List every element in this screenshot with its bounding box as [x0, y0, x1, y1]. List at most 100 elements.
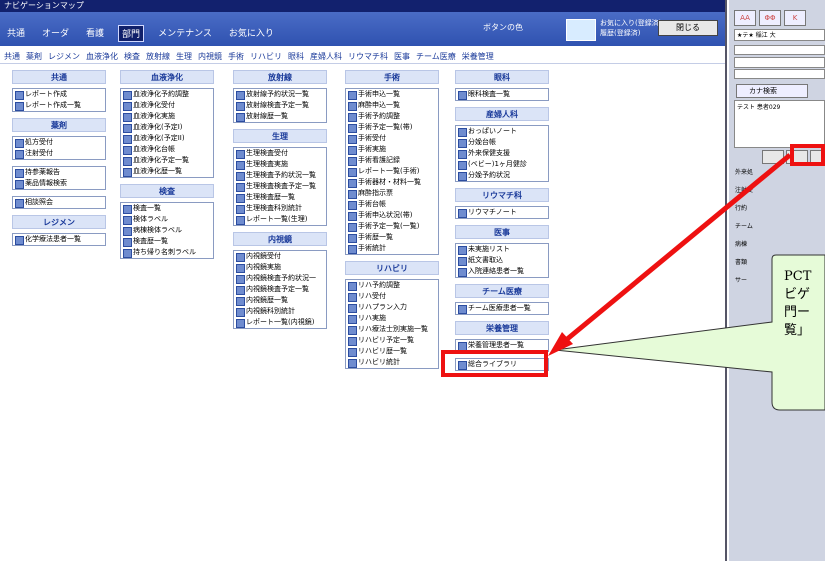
section-nav-item[interactable]: 栄養管理 [462, 51, 494, 63]
patient-list[interactable]: テスト 患者029 [734, 100, 825, 148]
menu-item[interactable]: 血液浄化予約調整 [121, 89, 213, 100]
menu-item[interactable]: レポート一覧(内視鏡) [234, 317, 326, 328]
menu-item[interactable]: 眼科検査一覧 [456, 89, 548, 100]
close-button[interactable]: 閉じる [658, 20, 718, 36]
menu-item[interactable]: リハプラン入力 [346, 302, 438, 313]
menu-item[interactable]: (ベビー)1ヶ月健診 [456, 159, 548, 170]
section-nav-item[interactable]: リハビリ [250, 51, 282, 63]
section-nav-item[interactable]: チーム医療 [416, 51, 456, 63]
menu-common[interactable]: 共通 [4, 25, 28, 42]
menu-item[interactable]: 化学療法患者一覧 [13, 234, 105, 245]
section-nav-item[interactable]: 内視鏡 [198, 51, 222, 63]
menu-item[interactable]: 未実施リスト [456, 244, 548, 255]
menu-item[interactable]: リウマチノート [456, 207, 548, 218]
section-nav-item[interactable]: 手術 [228, 51, 244, 63]
menu-item[interactable]: 生理検査実施 [234, 159, 326, 170]
menu-item[interactable]: 血液浄化実施 [121, 111, 213, 122]
menu-favorites[interactable]: お気に入り [226, 25, 277, 42]
menu-item[interactable]: 相談照会 [13, 197, 105, 208]
menu-item[interactable]: 生理検査歴一覧 [234, 192, 326, 203]
menu-item[interactable]: リハ実施 [346, 313, 438, 324]
menu-item[interactable]: 手術看護記録 [346, 155, 438, 166]
menu-item[interactable]: リハ受付 [346, 291, 438, 302]
menu-item[interactable]: 手術統計 [346, 243, 438, 254]
panel-icon-label[interactable]: チーム [735, 222, 753, 240]
menu-item[interactable]: 薬品情報検索 [13, 178, 105, 189]
menu-item[interactable]: リハビリ統計 [346, 357, 438, 368]
menu-item[interactable]: 検査一覧 [121, 203, 213, 214]
menu-item[interactable]: 生理検査科別統計 [234, 203, 326, 214]
menu-item[interactable]: 内視鏡検査予約状況一 [234, 273, 326, 284]
menu-item[interactable]: 手術予約調整 [346, 111, 438, 122]
menu-item[interactable]: 血液浄化受付 [121, 100, 213, 111]
menu-item[interactable]: 手術申込状況(帯) [346, 210, 438, 221]
menu-item[interactable]: 放射線予約状況一覧 [234, 89, 326, 100]
menu-item[interactable]: 病棟検体ラベル [121, 225, 213, 236]
menu-item[interactable]: 生理検査検査予定一覧 [234, 181, 326, 192]
panel-icon-label[interactable]: 行約 [735, 204, 753, 222]
menu-item[interactable]: リハ療法士別実施一覧 [346, 324, 438, 335]
menu-item[interactable]: 血液浄化歴一覧 [121, 166, 213, 177]
menu-item[interactable]: 内視鏡検査予定一覧 [234, 284, 326, 295]
panel-icon-label[interactable]: 外来処 [735, 168, 753, 186]
menu-item[interactable]: 内視鏡科別統計 [234, 306, 326, 317]
menu-item[interactable]: 血液浄化予定一覧 [121, 155, 213, 166]
section-nav-item[interactable]: 医事 [394, 51, 410, 63]
menu-item[interactable]: 注射受付 [13, 148, 105, 159]
menu-item[interactable]: 手術歴一覧 [346, 232, 438, 243]
tool-button[interactable]: ΦΦ [759, 10, 781, 26]
section-nav-item[interactable]: リウマチ科 [348, 51, 388, 63]
menu-item[interactable]: 生理検査受付 [234, 148, 326, 159]
menu-item[interactable]: 血液浄化(予定II) [121, 133, 213, 144]
section-nav-item[interactable]: レジメン [48, 51, 80, 63]
menu-item[interactable]: 麻酔指示票 [346, 188, 438, 199]
menu-item[interactable]: 生理検査予約状況一覧 [234, 170, 326, 181]
patient-entry[interactable]: テスト 患者029 [737, 104, 780, 111]
menu-nursing[interactable]: 看護 [83, 25, 107, 42]
menu-item[interactable]: 処方受付 [13, 137, 105, 148]
section-nav-item[interactable]: 血液浄化 [86, 51, 118, 63]
menu-item[interactable]: 持参薬報告 [13, 167, 105, 178]
menu-item[interactable]: 内視鏡歴一覧 [234, 295, 326, 306]
menu-order[interactable]: オーダ [39, 25, 72, 42]
panel-icon-label[interactable]: 注射受 [735, 186, 753, 204]
menu-item[interactable]: レポート作成 [13, 89, 105, 100]
panel-icon-label[interactable]: 病棟 [735, 240, 753, 258]
section-nav-item[interactable]: 生理 [176, 51, 192, 63]
section-nav-item[interactable]: 産婦人科 [310, 51, 342, 63]
panel-tab[interactable] [762, 150, 784, 164]
menu-item[interactable]: 紙文書取込 [456, 255, 548, 266]
menu-item[interactable]: 手術申込一覧 [346, 89, 438, 100]
menu-item[interactable]: 手術予定一覧(帯) [346, 122, 438, 133]
menu-item[interactable]: レポート一覧(生理) [234, 214, 326, 225]
menu-item[interactable]: リハビリ歴一覧 [346, 346, 438, 357]
menu-item[interactable]: 分娩台帳 [456, 137, 548, 148]
section-nav-item[interactable]: 薬剤 [26, 51, 42, 63]
menu-item[interactable]: 持ち帰り名刺ラベル [121, 247, 213, 258]
menu-department[interactable]: 部門 [118, 25, 145, 42]
section-nav-item[interactable]: 共通 [4, 51, 20, 63]
kana-search-button[interactable]: カナ検索 [736, 84, 808, 98]
section-nav-item[interactable]: 放射線 [146, 51, 170, 63]
menu-item[interactable]: 分娩予約状況 [456, 170, 548, 181]
tool-button[interactable]: AA [734, 10, 756, 26]
menu-item[interactable]: 麻酔申込一覧 [346, 100, 438, 111]
menu-item[interactable]: 入院連絡患者一覧 [456, 266, 548, 277]
menu-item[interactable]: リハビリ予定一覧 [346, 335, 438, 346]
menu-item[interactable]: 手術受付 [346, 133, 438, 144]
menu-maintenance[interactable]: メンテナンス [155, 25, 215, 42]
menu-item[interactable]: 外来保健支援 [456, 148, 548, 159]
menu-item[interactable]: 放射線検査予定一覧 [234, 100, 326, 111]
section-nav-item[interactable]: 検査 [124, 51, 140, 63]
panel-icon-label[interactable]: サー [735, 276, 753, 294]
menu-item[interactable]: 手術器材・材料一覧 [346, 177, 438, 188]
menu-item[interactable]: レポート一覧(手術) [346, 166, 438, 177]
menu-item[interactable]: チーム医療患者一覧 [456, 303, 548, 314]
menu-item[interactable]: 手術予定一覧(一覧) [346, 221, 438, 232]
menu-item[interactable]: 放射線歴一覧 [234, 111, 326, 122]
section-nav-item[interactable]: 眼科 [288, 51, 304, 63]
menu-item[interactable]: 内視鏡実施 [234, 262, 326, 273]
menu-item[interactable]: 検査歴一覧 [121, 236, 213, 247]
menu-item[interactable]: 手術台帳 [346, 199, 438, 210]
menu-item[interactable]: 手術実施 [346, 144, 438, 155]
